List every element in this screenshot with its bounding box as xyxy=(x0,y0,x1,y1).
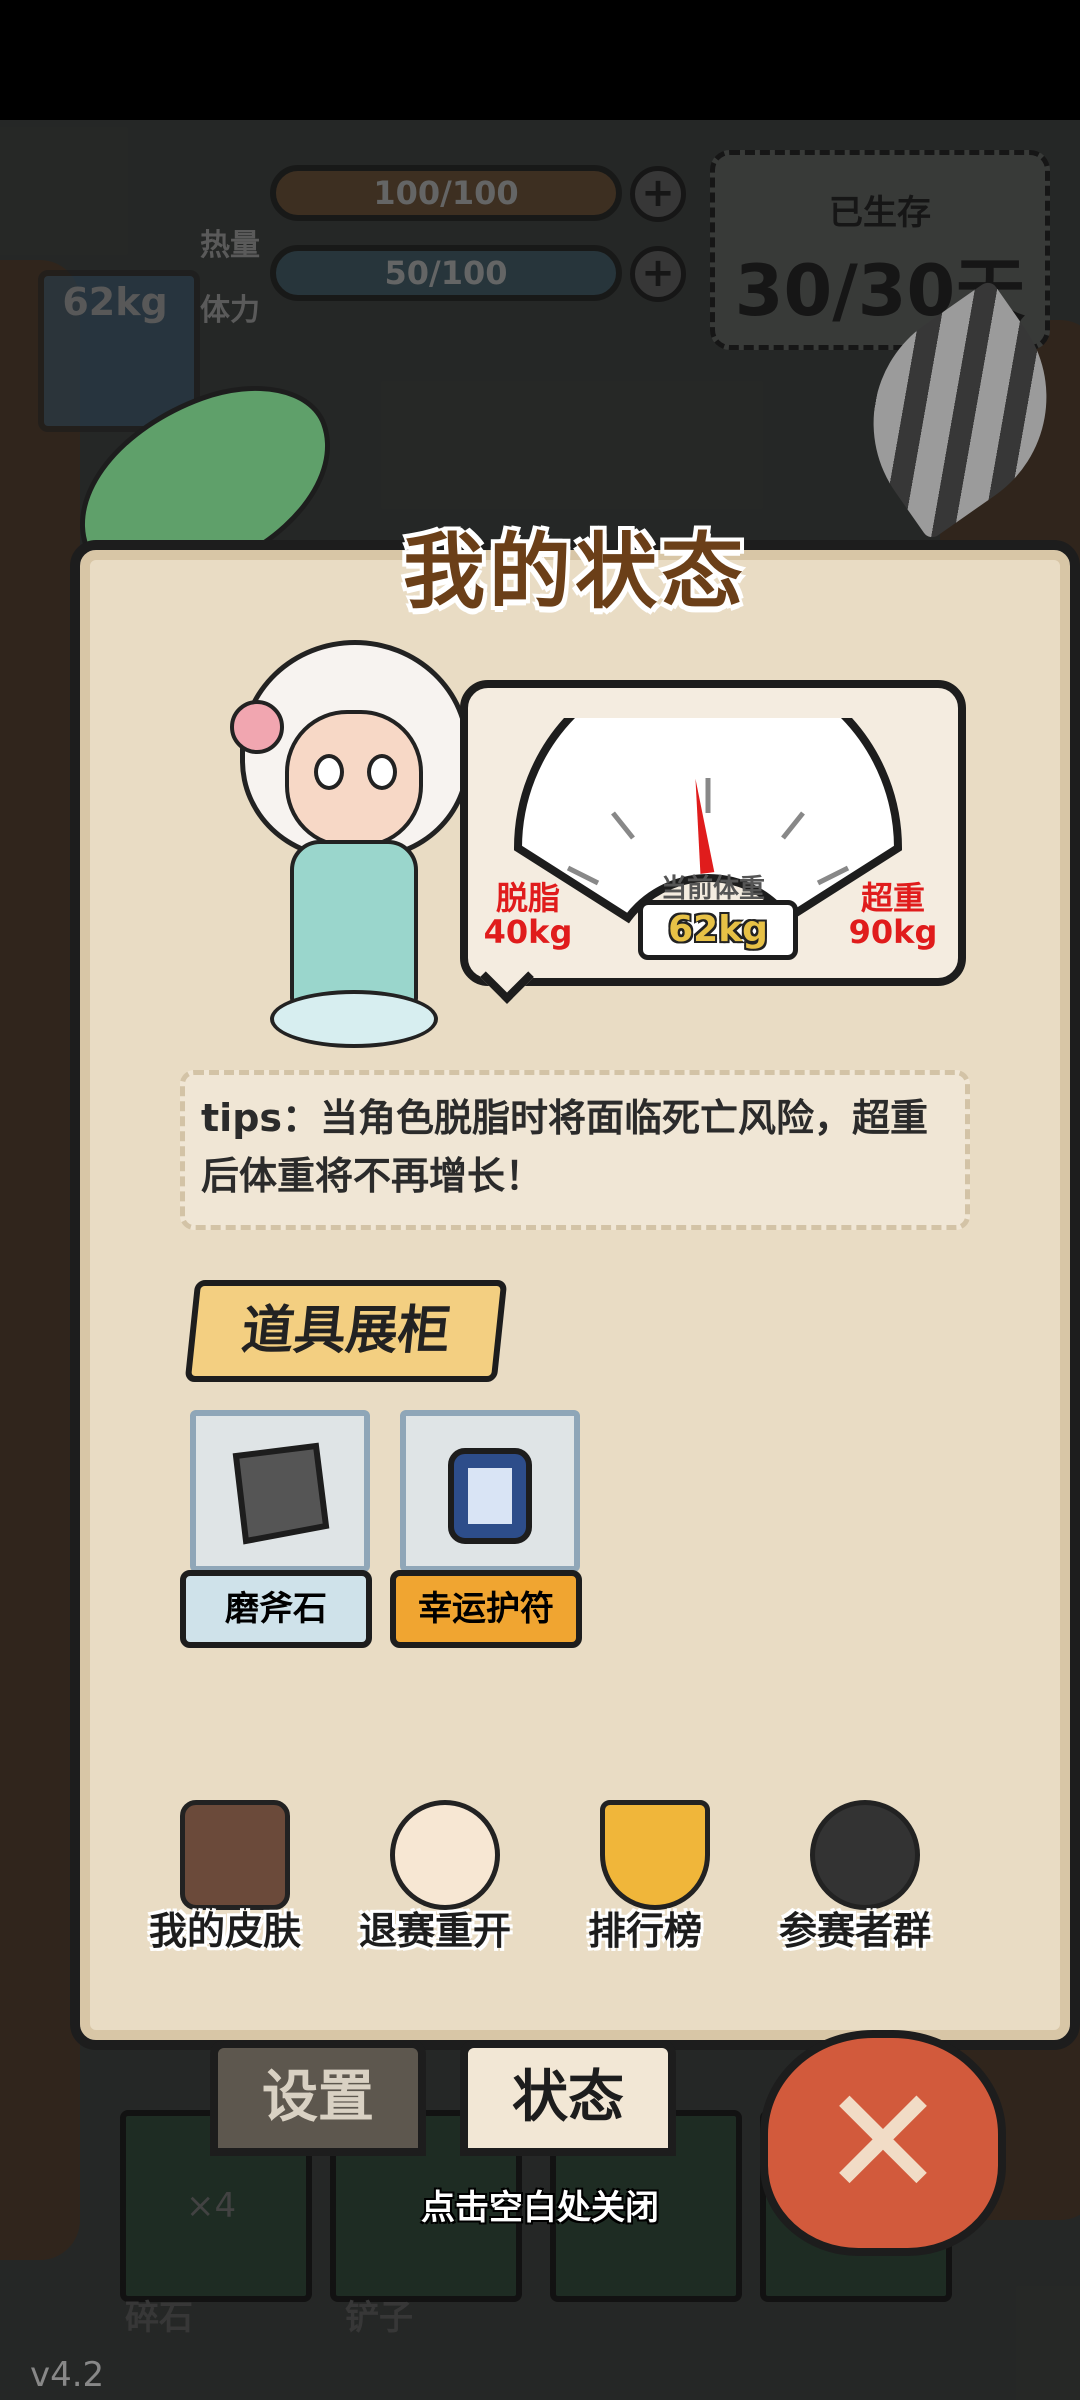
min-weight-value: 40kg xyxy=(483,913,573,951)
tips-text: tips：当角色脱脂时将面临死亡风险，超重后体重将不再增长！ xyxy=(201,1096,929,1198)
restart-character-icon xyxy=(390,1800,500,1910)
lucky-charm-icon xyxy=(448,1448,532,1544)
status-panel: 我的状态 脱脂 40kg 当前体重 62kg 超重 90kg tips：当角色脱… xyxy=(70,525,1080,2050)
item-whetstone-card[interactable] xyxy=(190,1410,370,1572)
tips-box: tips：当角色脱脂时将面临死亡风险，超重后体重将不再增长！ xyxy=(180,1070,970,1230)
tab-settings[interactable]: 设置 xyxy=(210,2040,426,2156)
action-label: 排行榜 xyxy=(587,1909,702,1953)
character-body xyxy=(290,840,418,1008)
item-label: 幸运护符 xyxy=(390,1570,582,1648)
skin-hanger-icon xyxy=(180,1800,290,1910)
trophy-icon xyxy=(600,1800,710,1910)
weight-scale-bubble: 脱脂 40kg 当前体重 62kg 超重 90kg xyxy=(460,680,966,1004)
character-base xyxy=(270,990,438,1048)
current-weight-value: 62kg xyxy=(638,900,798,960)
section-title: 道具展柜 xyxy=(238,1301,454,1361)
character-face xyxy=(285,710,423,848)
section-banner: 道具展柜 xyxy=(184,1280,508,1382)
character-eye xyxy=(367,754,397,790)
penguin-group-icon xyxy=(810,1800,920,1910)
character-eye xyxy=(314,754,344,790)
action-label: 我的皮肤 xyxy=(148,1909,301,1953)
action-label: 退赛重开 xyxy=(358,1909,511,1953)
character-portrait xyxy=(210,640,490,1060)
action-label: 参赛者群 xyxy=(778,1909,931,1953)
version-label: v4.2 xyxy=(30,2355,105,2395)
my-skin-button[interactable]: 我的皮肤 xyxy=(130,1800,320,1980)
close-hint: 点击空白处关闭 xyxy=(421,2188,659,2228)
status-bar xyxy=(0,0,1080,120)
tab-status[interactable]: 状态 xyxy=(460,2040,676,2156)
leaderboard-button[interactable]: 排行榜 xyxy=(550,1800,740,1980)
item-label: 磨斧石 xyxy=(180,1570,372,1648)
whetstone-icon xyxy=(232,1442,330,1545)
restart-button[interactable]: 退赛重开 xyxy=(340,1800,530,1980)
flower-hair-icon xyxy=(230,700,284,754)
item-lucky-charm-card[interactable] xyxy=(400,1410,580,1572)
participant-group-button[interactable]: 参赛者群 xyxy=(760,1800,950,1980)
panel-title: 我的状态 xyxy=(402,525,747,620)
max-weight-value: 90kg xyxy=(848,913,938,951)
